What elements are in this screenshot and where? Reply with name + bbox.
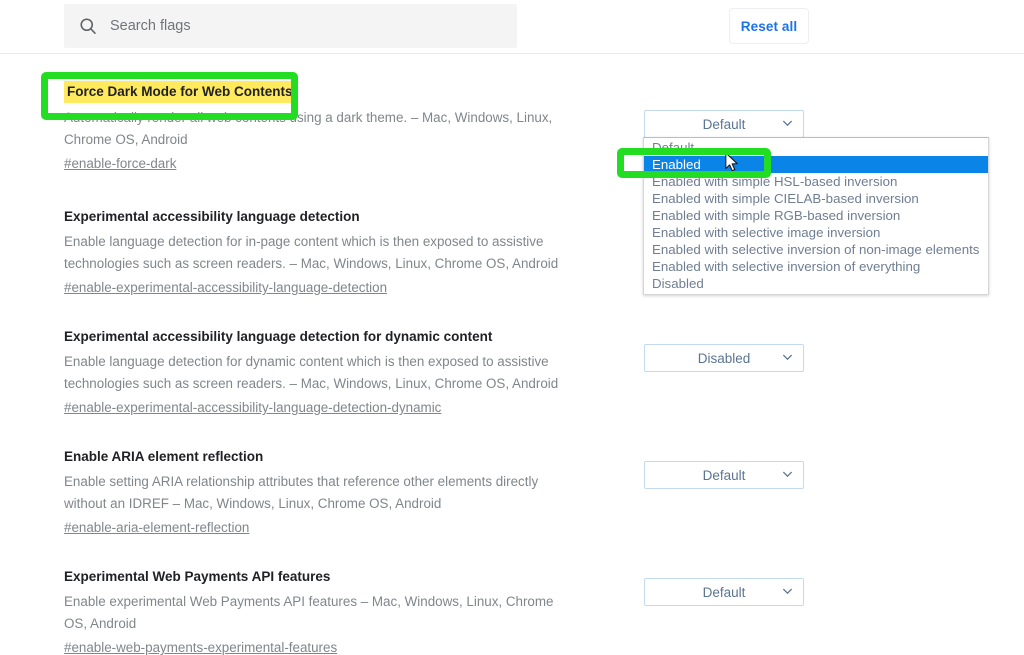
flag-text-block: Enable ARIA element reflection Enable se… bbox=[0, 447, 580, 539]
dropdown-option[interactable]: Enabled with simple CIELAB-based inversi… bbox=[644, 190, 988, 207]
flag-anchor-link[interactable]: #enable-experimental-accessibility-langu… bbox=[64, 397, 441, 419]
dropdown-option[interactable]: Enabled with simple HSL-based inversion bbox=[644, 173, 988, 190]
flag-title: Experimental accessibility language dete… bbox=[64, 329, 493, 344]
search-field-container[interactable] bbox=[64, 4, 517, 48]
flag-row: Enable ARIA element reflection Enable se… bbox=[0, 419, 1024, 539]
dropdown-option[interactable]: Enabled with simple RGB-based inversion bbox=[644, 207, 988, 224]
dropdown-option[interactable]: Disabled bbox=[644, 275, 988, 292]
dropdown-option[interactable]: Enabled with selective image inversion bbox=[644, 224, 988, 241]
flag-description: Enable language detection for in-page co… bbox=[64, 234, 559, 271]
flag-title: Enable ARIA element reflection bbox=[64, 449, 264, 464]
flags-page: Reset all Force Dark Mode for Web Conten… bbox=[0, 0, 1024, 655]
flag-description: Enable setting ARIA relationship attribu… bbox=[64, 474, 539, 511]
dropdown-option[interactable]: Enabled with selective inversion of ever… bbox=[644, 258, 988, 275]
chevron-down-icon bbox=[782, 351, 793, 362]
flag-title: Experimental Web Payments API features bbox=[64, 569, 331, 584]
flag-select-web-payments-wrap: Default bbox=[644, 578, 804, 606]
reset-all-button[interactable]: Reset all bbox=[729, 8, 809, 44]
flag-title: Experimental accessibility language dete… bbox=[64, 209, 360, 224]
flag-text-block: Experimental accessibility language dete… bbox=[0, 327, 580, 419]
flag-title: Force Dark Mode for Web Contents bbox=[64, 81, 296, 103]
search-input[interactable] bbox=[110, 14, 490, 38]
flag-description: Enable experimental Web Payments API fea… bbox=[64, 594, 554, 631]
dropdown-option-selected[interactable]: Enabled bbox=[644, 156, 988, 173]
flag-description: Automatically render all web contents us… bbox=[64, 110, 553, 147]
flag-select-lang-detection-dynamic[interactable]: Disabled bbox=[644, 344, 804, 372]
flag-select-aria-wrap: Default bbox=[644, 461, 804, 489]
flag-row: Experimental accessibility language dete… bbox=[0, 299, 1024, 419]
flag-select-aria-element-reflection[interactable]: Default bbox=[644, 461, 804, 489]
chevron-down-icon bbox=[782, 468, 793, 479]
select-value: Default bbox=[702, 116, 746, 132]
select-value: Disabled bbox=[697, 350, 751, 366]
flag-description: Enable language detection for dynamic co… bbox=[64, 354, 559, 391]
select-value: Default bbox=[702, 467, 746, 483]
chevron-down-icon bbox=[782, 585, 793, 596]
select-value: Default bbox=[702, 584, 746, 600]
flag-text-block: Force Dark Mode for Web Contents Automat… bbox=[0, 81, 580, 175]
flag-select-web-payments[interactable]: Default bbox=[644, 578, 804, 606]
top-toolbar: Reset all bbox=[0, 0, 1024, 54]
flag-text-block: Experimental Web Payments API features E… bbox=[0, 567, 580, 655]
flag-anchor-link[interactable]: #enable-web-payments-experimental-featur… bbox=[64, 637, 337, 655]
flag-select-force-dark-wrap: Default bbox=[644, 110, 804, 138]
dropdown-option[interactable]: Enabled with selective inversion of non-… bbox=[644, 241, 988, 258]
flag-select-lang-dynamic-wrap: Disabled bbox=[644, 344, 804, 372]
flag-row: Experimental Web Payments API features E… bbox=[0, 539, 1024, 655]
flag-select-dropdown-options[interactable]: Default Enabled Enabled with simple HSL-… bbox=[643, 137, 989, 295]
flag-anchor-link[interactable]: #enable-aria-element-reflection bbox=[64, 517, 249, 539]
flag-text-block: Experimental accessibility language dete… bbox=[0, 207, 580, 299]
dropdown-option[interactable]: Default bbox=[644, 139, 988, 156]
flag-select-force-dark[interactable]: Default bbox=[644, 110, 804, 138]
flag-anchor-link[interactable]: #enable-experimental-accessibility-langu… bbox=[64, 277, 387, 299]
chevron-down-icon bbox=[782, 117, 793, 128]
search-icon bbox=[78, 16, 98, 36]
flag-anchor-link[interactable]: #enable-force-dark bbox=[64, 153, 176, 175]
